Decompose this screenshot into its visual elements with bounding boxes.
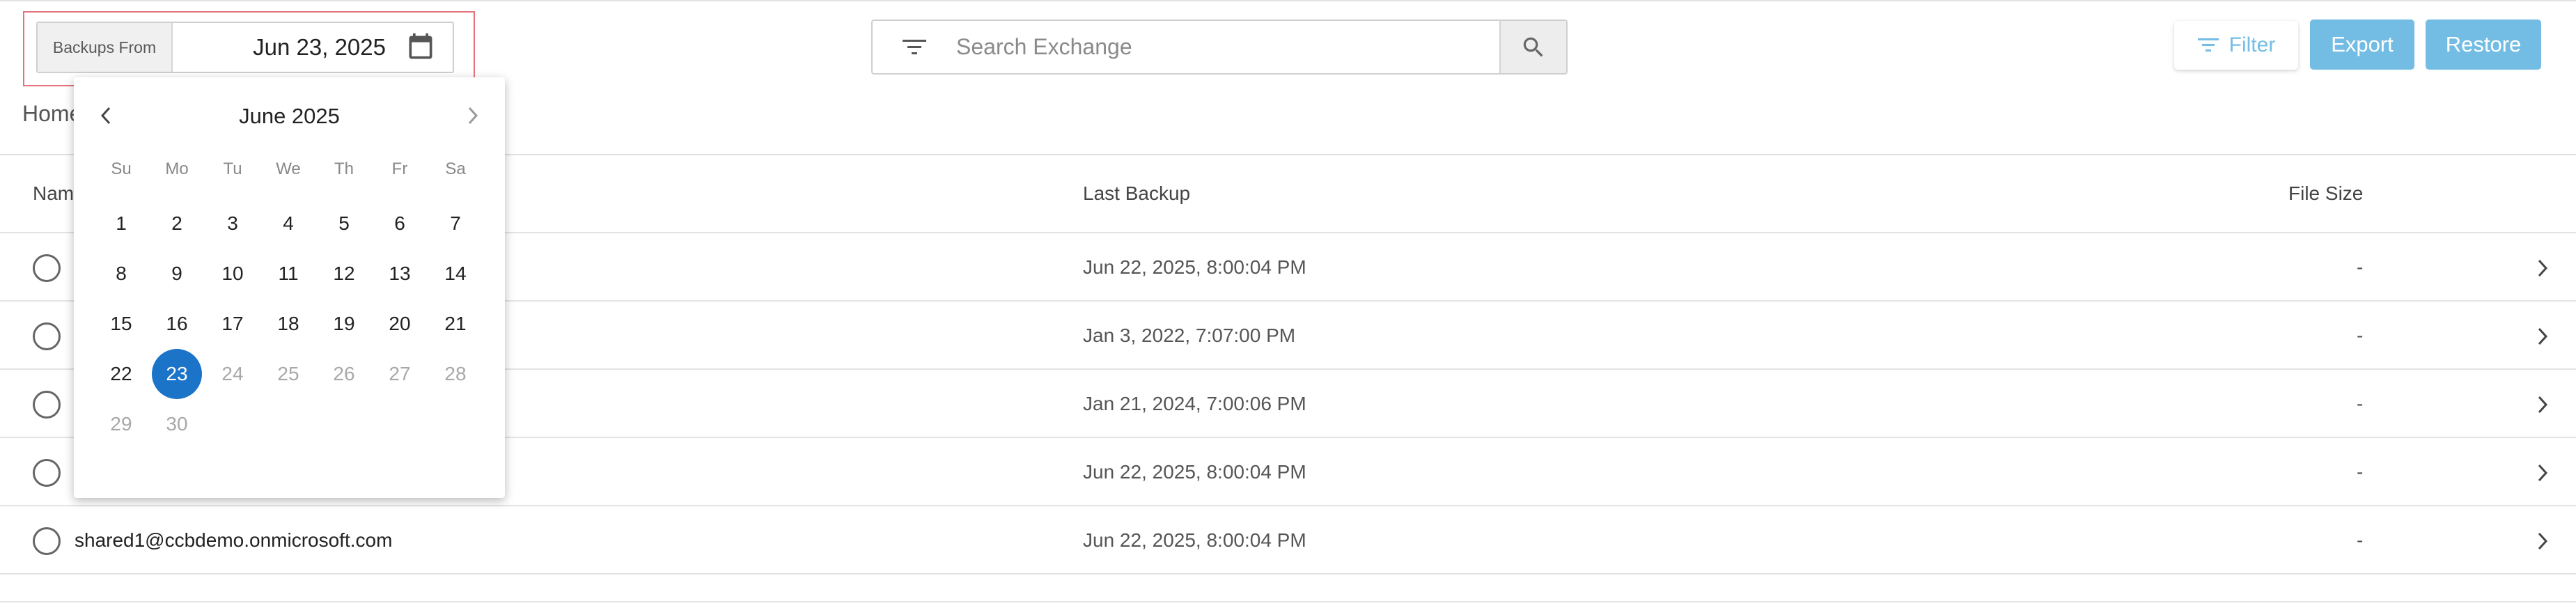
page-bottom-border — [0, 601, 2576, 602]
filter-icon — [2197, 38, 2219, 52]
calendar-day-17[interactable]: 17 — [208, 299, 258, 349]
chevron-right-icon[interactable] — [2532, 254, 2553, 282]
calendar-day-25: 25 — [277, 363, 299, 384]
calendar-day-26: 26 — [333, 363, 355, 384]
calendar-day-5[interactable]: 5 — [319, 198, 369, 249]
export-button[interactable]: Export — [2310, 20, 2414, 70]
chevron-right-icon[interactable] — [2532, 459, 2553, 487]
calendar-day-13[interactable]: 13 — [375, 249, 425, 299]
row-select-radio[interactable] — [33, 254, 61, 282]
row-file-size: - — [2357, 461, 2364, 483]
chevron-right-icon[interactable] — [2532, 391, 2553, 419]
calendar-day-grid: 1 2 3 4 5 6 7 8 9 10 11 12 13 14 15 16 17 18 19 20 21 22 23 24 2… — [74, 77, 505, 498]
row-select-radio[interactable] — [33, 459, 61, 487]
calendar-day-10[interactable]: 10 — [208, 249, 258, 299]
filter-lines-icon[interactable] — [873, 21, 956, 73]
calendar-day-8[interactable]: 8 — [96, 249, 146, 299]
row-select-radio[interactable] — [33, 527, 61, 555]
calendar-day-28: 28 — [444, 363, 467, 384]
calendar-day-2[interactable]: 2 — [152, 198, 202, 249]
row-last-backup: Jan 21, 2024, 7:00:06 PM — [1083, 393, 1306, 414]
search-icon — [1523, 37, 1543, 56]
chevron-right-icon[interactable] — [2532, 322, 2553, 350]
search-input[interactable] — [956, 21, 1499, 73]
row-file-size: - — [2357, 393, 2364, 414]
calendar-day-20[interactable]: 20 — [375, 299, 425, 349]
calendar-day-23[interactable]: 23 — [152, 349, 202, 399]
calendar-day-4[interactable]: 4 — [263, 198, 313, 249]
page-top-border — [0, 0, 2576, 1]
row-select-radio[interactable] — [33, 391, 61, 419]
row-file-size: - — [2357, 529, 2364, 551]
calendar-day-3[interactable]: 3 — [208, 198, 258, 249]
calendar-day-19[interactable]: 19 — [319, 299, 369, 349]
calendar-day-11[interactable]: 11 — [263, 249, 313, 299]
calendar-day-1[interactable]: 1 — [96, 198, 146, 249]
calendar-day-24: 24 — [221, 363, 244, 384]
backups-from-date-field[interactable]: Backups From Jun 23, 2025 — [36, 22, 454, 73]
column-header-file-size[interactable]: File Size — [2288, 182, 2363, 205]
table-row[interactable]: shared1@ccbdemo.onmicrosoft.com Jun 22, … — [0, 505, 2576, 575]
calendar-day-14[interactable]: 14 — [430, 249, 481, 299]
row-last-backup: Jun 22, 2025, 8:00:04 PM — [1083, 529, 1306, 551]
restore-button[interactable]: Restore — [2426, 20, 2541, 70]
breadcrumb-home[interactable]: Home — [22, 101, 81, 127]
search-button[interactable] — [1499, 21, 1566, 73]
chevron-right-icon[interactable] — [2532, 527, 2553, 555]
row-file-size: - — [2357, 256, 2364, 278]
filter-button[interactable]: Filter — [2174, 21, 2298, 70]
calendar-day-6[interactable]: 6 — [375, 198, 425, 249]
calendar-day-9[interactable]: 9 — [152, 249, 202, 299]
calendar-day-21[interactable]: 21 — [430, 299, 481, 349]
row-last-backup: Jan 3, 2022, 7:07:00 PM — [1083, 325, 1296, 346]
calendar-day-7[interactable]: 7 — [430, 198, 481, 249]
search-bar — [871, 20, 1568, 75]
column-header-last-backup[interactable]: Last Backup — [1083, 182, 1190, 205]
row-name: shared1@ccbdemo.onmicrosoft.com — [75, 529, 393, 551]
row-last-backup: Jun 22, 2025, 8:00:04 PM — [1083, 461, 1306, 483]
row-last-backup: Jun 22, 2025, 8:00:04 PM — [1083, 256, 1306, 278]
calendar-day-30: 30 — [166, 413, 188, 435]
calendar-day-29: 29 — [110, 413, 132, 435]
calendar-day-22[interactable]: 22 — [96, 349, 146, 399]
calendar-icon[interactable] — [401, 28, 440, 67]
date-picker-popup: June 2025 Su Mo Tu We Th Fr Sa 1 2 3 4 5 6 7 8 9 10 11 12… — [74, 77, 505, 498]
calendar-day-15[interactable]: 15 — [96, 299, 146, 349]
calendar-day-27: 27 — [389, 363, 411, 384]
row-file-size: - — [2357, 325, 2364, 346]
filter-button-label: Filter — [2228, 33, 2276, 56]
calendar-day-12[interactable]: 12 — [319, 249, 369, 299]
date-field-label: Backups From — [38, 23, 173, 72]
row-select-radio[interactable] — [33, 322, 61, 350]
calendar-day-18[interactable]: 18 — [263, 299, 313, 349]
calendar-day-16[interactable]: 16 — [152, 299, 202, 349]
date-field-value[interactable]: Jun 23, 2025 — [173, 34, 401, 61]
